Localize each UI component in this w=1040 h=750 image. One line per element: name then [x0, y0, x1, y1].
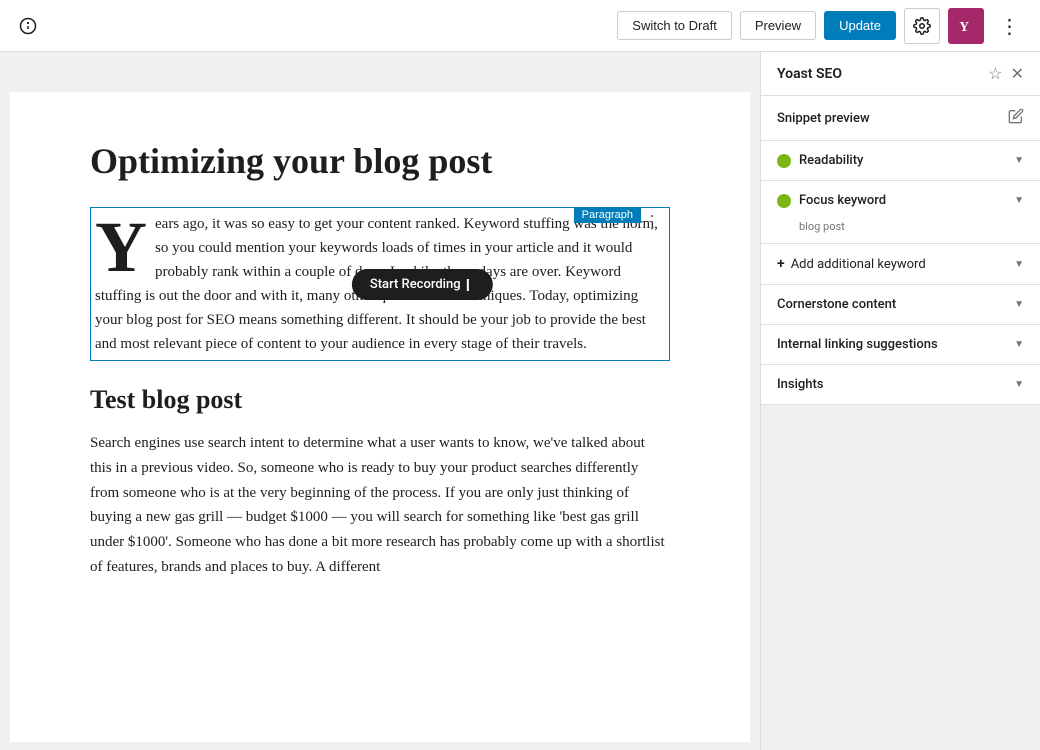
internal-linking-section: Internal linking suggestions ▼: [761, 325, 1040, 365]
toolbar: Switch to Draft Preview Update Y ⋮: [0, 0, 1040, 52]
cornerstone-chevron-icon: ▼: [1014, 299, 1024, 310]
editor-canvas: Optimizing your blog post Paragraph ⋮ Y …: [10, 92, 750, 742]
section2-body[interactable]: Search engines use search intent to dete…: [90, 431, 670, 580]
readability-label: Readability: [799, 153, 1006, 168]
snippet-preview-label: Snippet preview: [777, 111, 1008, 126]
insights-label: Insights: [777, 377, 1006, 392]
svg-text:Y: Y: [959, 19, 969, 34]
switch-to-draft-button[interactable]: Switch to Draft: [617, 11, 732, 40]
drop-cap-letter: Y: [95, 212, 155, 274]
cornerstone-section: Cornerstone content ▼: [761, 285, 1040, 325]
post-title[interactable]: Optimizing your blog post: [90, 140, 670, 183]
focus-keyword-label: Focus keyword: [799, 193, 1006, 208]
add-keyword-section: + Add additional keyword ▼: [761, 244, 1040, 285]
focus-keyword-header[interactable]: Focus keyword ▼: [761, 181, 1040, 220]
plus-icon: +: [777, 256, 785, 272]
yoast-panel-title: Yoast SEO: [777, 66, 980, 82]
toolbar-left: [12, 10, 609, 42]
main-layout: Optimizing your blog post Paragraph ⋮ Y …: [0, 52, 1040, 750]
block-options-icon[interactable]: ⋮: [639, 210, 665, 235]
paragraph-block[interactable]: Paragraph ⋮ Y ears ago, it was so easy t…: [90, 207, 670, 361]
section2-title[interactable]: Test blog post: [90, 385, 670, 415]
start-recording-button[interactable]: Start Recording: [352, 269, 493, 300]
insights-section: Insights ▼: [761, 365, 1040, 405]
internal-linking-chevron-icon: ▼: [1014, 339, 1024, 350]
focus-keyword-section: Focus keyword ▼ blog post: [761, 181, 1040, 244]
insights-header[interactable]: Insights ▼: [761, 365, 1040, 404]
snippet-preview-header[interactable]: Snippet preview: [761, 96, 1040, 140]
preview-button[interactable]: Preview: [740, 11, 816, 40]
yoast-star-icon[interactable]: ☆: [988, 64, 1002, 83]
yoast-close-icon[interactable]: ✕: [1011, 64, 1024, 83]
toolbar-right: Switch to Draft Preview Update Y ⋮: [617, 8, 1028, 44]
update-button[interactable]: Update: [824, 11, 896, 40]
yoast-plugin-button[interactable]: Y: [948, 8, 984, 44]
focus-keyword-chevron-icon: ▼: [1014, 195, 1024, 206]
sidebar-empty-area: [761, 405, 1040, 750]
add-keyword-chevron-icon: ▼: [1014, 259, 1024, 270]
cornerstone-header[interactable]: Cornerstone content ▼: [761, 285, 1040, 324]
readability-status-dot: [777, 154, 791, 168]
add-keyword-label: Add additional keyword: [791, 257, 1008, 272]
cursor-icon: [467, 279, 475, 291]
readability-chevron-icon: ▼: [1014, 155, 1024, 166]
yoast-panel-header: Yoast SEO ☆ ✕: [761, 52, 1040, 96]
focus-keyword-value: blog post: [761, 220, 1040, 243]
editor-area[interactable]: Optimizing your blog post Paragraph ⋮ Y …: [0, 52, 760, 750]
yoast-sidebar: Yoast SEO ☆ ✕ Snippet preview Readabilit…: [760, 52, 1040, 750]
more-options-button[interactable]: ⋮: [992, 8, 1028, 44]
focus-keyword-status-dot: [777, 194, 791, 208]
snippet-edit-icon[interactable]: [1008, 108, 1024, 128]
settings-button[interactable]: [904, 8, 940, 44]
cornerstone-label: Cornerstone content: [777, 297, 1006, 312]
readability-section: Readability ▼: [761, 141, 1040, 181]
info-icon[interactable]: [12, 10, 44, 42]
insights-chevron-icon: ▼: [1014, 379, 1024, 390]
paragraph-label: Paragraph: [574, 207, 641, 223]
readability-header[interactable]: Readability ▼: [761, 141, 1040, 180]
snippet-preview-section: Snippet preview: [761, 96, 1040, 141]
internal-linking-label: Internal linking suggestions: [777, 337, 1006, 352]
add-keyword-header[interactable]: + Add additional keyword ▼: [761, 244, 1040, 284]
internal-linking-header[interactable]: Internal linking suggestions ▼: [761, 325, 1040, 364]
recording-label: Start Recording: [370, 277, 461, 292]
